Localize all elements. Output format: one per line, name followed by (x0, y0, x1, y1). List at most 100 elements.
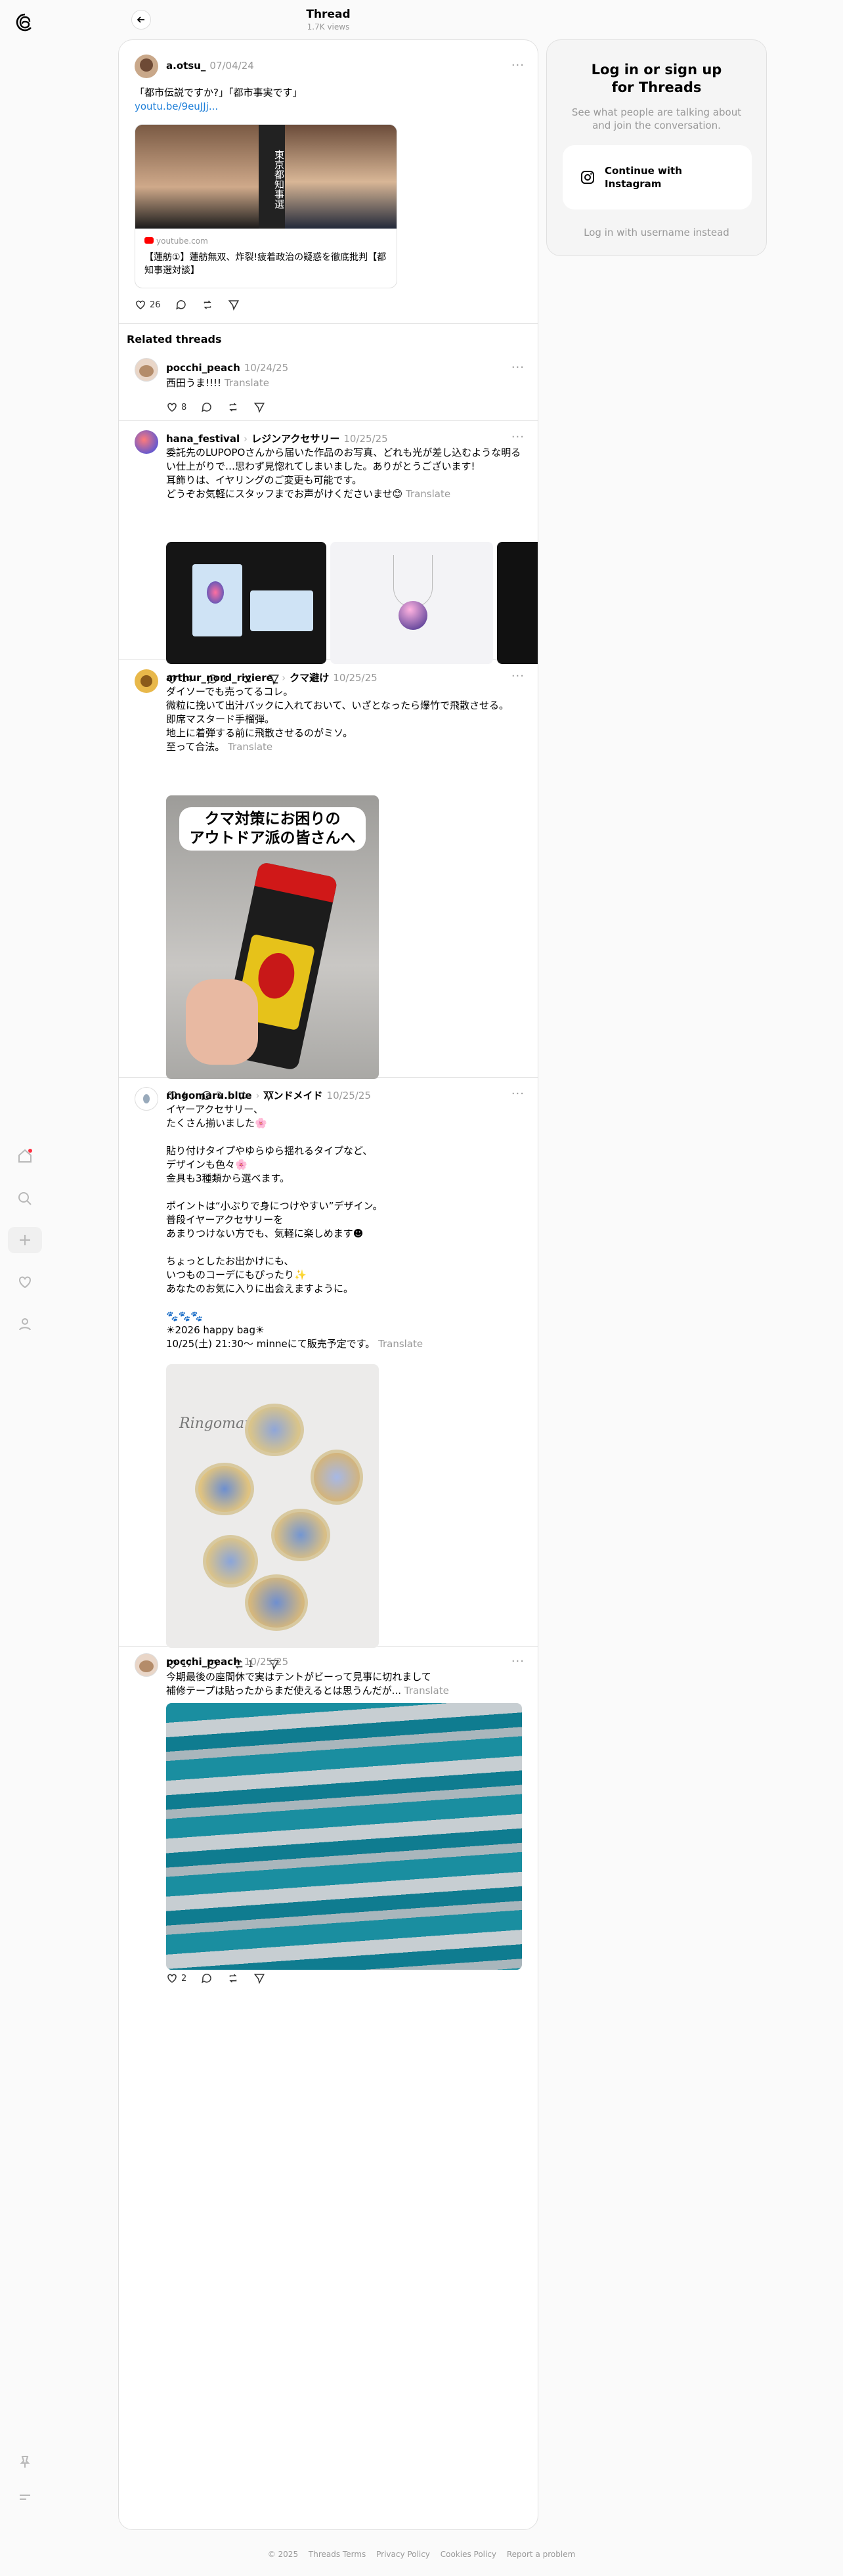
thread-post: pocchi_peach 10/24/25 ··· 西田うま!!!! Transl… (119, 351, 538, 421)
profile-icon[interactable] (12, 1311, 38, 1337)
chevron-right-icon: › (282, 672, 286, 684)
link-preview-card[interactable]: 東京都知事選 youtube.com 【蓮舫①】蓮舫無双、炸裂!疲着政治の疑惑を… (135, 124, 397, 288)
page-title: Thread (306, 8, 351, 21)
share-button[interactable] (253, 401, 265, 413)
footer: © 2025 Threads Terms Privacy Policy Cook… (0, 2550, 843, 2559)
thread-post: arthur_nord_riviere_ › クマ避け 10/25/25 ··· ダイ… (119, 660, 538, 1101)
search-icon[interactable] (12, 1186, 38, 1212)
post-image[interactable]: Ringomaru (166, 1364, 379, 1648)
thumb-text: 東京都知事選 (259, 125, 285, 229)
sidebar (0, 0, 50, 2576)
chevron-right-icon: › (244, 433, 248, 445)
post-image[interactable] (166, 542, 326, 664)
reply-button[interactable] (175, 299, 187, 311)
post-text: 「都市伝説ですか?」「都市事実です」 (135, 87, 303, 99)
post-image[interactable] (166, 1703, 522, 1970)
repost-icon (203, 300, 211, 309)
post-date: 10/25/25 (244, 1656, 289, 1668)
repost-button[interactable] (227, 1972, 239, 1984)
heart-icon (136, 300, 145, 309)
thread-panel: a.otsu_ 07/04/24 ··· 「都市伝説ですか?」「都市事実です」 y… (118, 39, 538, 2530)
back-button[interactable] (131, 10, 151, 30)
main-post: a.otsu_ 07/04/24 ··· 「都市伝説ですか?」「都市事実です」 y… (119, 40, 538, 324)
arrow-left-icon (137, 16, 144, 23)
like-count: 26 (150, 300, 161, 310)
avatar[interactable] (135, 669, 158, 693)
card-title: 【蓮舫①】蓮舫無双、炸裂!疲着政治の疑惑を徹底批判【都知事選対談】 (144, 252, 387, 276)
translate-link[interactable]: Translate (228, 741, 272, 753)
send-icon (228, 300, 239, 311)
topic-tag[interactable]: クマ避け (290, 672, 329, 684)
send-icon (253, 403, 265, 413)
activity-heart-icon[interactable] (12, 1269, 38, 1295)
reply-button[interactable] (201, 401, 213, 413)
username[interactable]: a.otsu_ (166, 60, 205, 72)
translate-link[interactable]: Translate (404, 1685, 449, 1697)
share-button[interactable] (253, 1972, 265, 1984)
heart-icon (167, 403, 177, 412)
more-options-icon[interactable]: ··· (511, 1654, 525, 1668)
reply-button[interactable] (201, 1972, 213, 1984)
chevron-right-icon: › (255, 1090, 260, 1101)
privacy-link[interactable]: Privacy Policy (376, 2550, 430, 2559)
username[interactable]: pocchi_peach (166, 1656, 240, 1668)
more-options-icon[interactable]: ··· (511, 430, 525, 444)
username[interactable]: hana_festival (166, 433, 240, 445)
username[interactable]: ringomaru.blue (166, 1090, 252, 1101)
home-icon[interactable] (12, 1143, 38, 1169)
image-carousel[interactable] (166, 542, 538, 664)
repost-button[interactable] (202, 299, 213, 311)
menu-icon[interactable] (12, 2484, 38, 2510)
like-button[interactable]: 2 (166, 1972, 186, 1984)
post-text: ダイソーでも売ってるコレ。 微粒に挽いて出汁パックに入れておいて、いざとなったら… (166, 686, 509, 753)
continue-with-instagram-button[interactable]: Continue with Instagram (563, 145, 752, 210)
youtube-icon (144, 237, 154, 244)
username[interactable]: pocchi_peach (166, 362, 240, 374)
report-problem-link[interactable]: Report a problem (507, 2550, 575, 2559)
create-icon[interactable] (8, 1227, 42, 1253)
cookies-link[interactable]: Cookies Policy (441, 2550, 496, 2559)
thread-header: Thread 1.7K views (118, 0, 538, 39)
thread-post: hana_festival › レジンアクセサリー 10/25/25 ··· 委託先の… (119, 421, 538, 685)
more-options-icon[interactable]: ··· (511, 361, 525, 374)
post-text: 委託先のLUPOPOさんから届いた作品のお写真、どれも光が差し込むような明るい仕… (166, 447, 521, 500)
related-threads-heading: Related threads (127, 333, 222, 345)
repost-icon (229, 1974, 237, 1983)
login-panel: Log in or sign up for Threads See what p… (546, 39, 767, 256)
avatar[interactable] (135, 358, 158, 382)
more-options-icon[interactable]: ··· (511, 58, 525, 72)
login-title: Log in or sign up for Threads (591, 62, 722, 95)
repost-icon (229, 403, 237, 412)
like-button[interactable]: 8 (166, 401, 186, 413)
post-image[interactable] (330, 542, 493, 664)
translate-link[interactable]: Translate (225, 377, 269, 389)
share-button[interactable] (228, 299, 240, 311)
pin-icon[interactable] (12, 2449, 38, 2475)
link-thumbnail: 東京都知事選 (135, 125, 397, 229)
copyright: © 2025 (267, 2550, 299, 2559)
post-image[interactable] (497, 542, 538, 664)
comment-icon (202, 1974, 211, 1984)
topic-tag[interactable]: ハンドメイド (264, 1090, 323, 1101)
username[interactable]: arthur_nord_riviere_ (166, 672, 278, 684)
like-count: 2 (181, 1973, 187, 1984)
repost-button[interactable] (227, 401, 239, 413)
translate-link[interactable]: Translate (378, 1338, 423, 1350)
more-options-icon[interactable]: ··· (511, 669, 525, 683)
more-options-icon[interactable]: ··· (511, 1087, 525, 1101)
translate-link[interactable]: Translate (406, 488, 450, 500)
like-button[interactable]: 26 (135, 299, 161, 311)
topic-tag[interactable]: レジンアクセサリー (251, 433, 339, 445)
post-image[interactable]: クマ対策にお困りの アウトドア派の皆さんへ (166, 795, 379, 1079)
avatar[interactable] (135, 1653, 158, 1677)
avatar[interactable] (135, 430, 158, 454)
threads-logo-icon[interactable] (12, 9, 38, 35)
avatar[interactable] (135, 55, 158, 78)
avatar[interactable] (135, 1087, 158, 1111)
terms-link[interactable]: Threads Terms (309, 2550, 366, 2559)
send-icon (253, 1974, 265, 1984)
thread-post: ringomaru.blue › ハンドメイド 10/25/25 ··· イヤーアクセ… (119, 1078, 538, 1670)
post-link[interactable]: youtu.be/9euJJj... (135, 100, 218, 114)
username-login-link[interactable]: Log in with username instead (547, 227, 766, 238)
post-text: イヤーアクセサリー、 たくさん揃いました🌸 貼り付けタイプやゆらゆら揺れるタイプ… (166, 1103, 383, 1350)
